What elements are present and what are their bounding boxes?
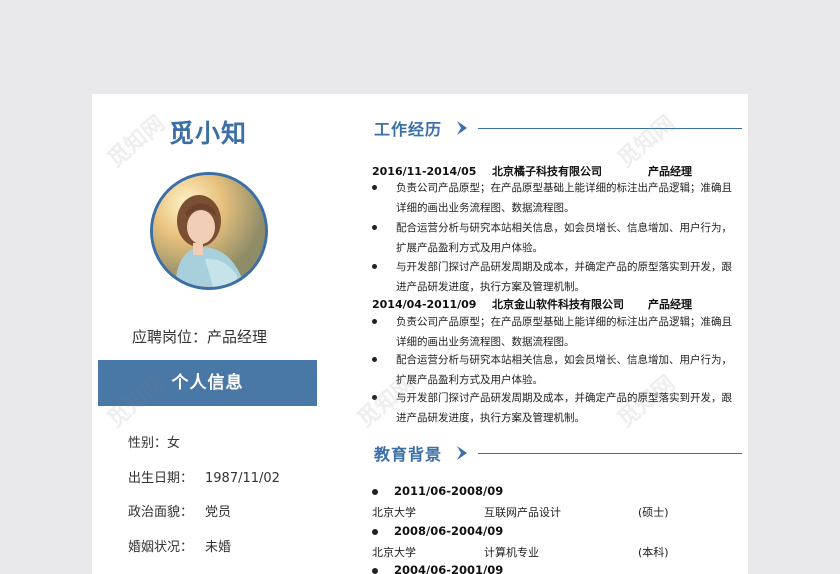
job-bullet: 配合运营分析与研究本站相关信息，如会员增长、信息增加、用户行为，扩展产品盈利方式… xyxy=(372,350,732,390)
job-bullet: 与开发部门探讨产品研发周期及成本，并确定产品的原型落实到开发，跟进产品研发进度，… xyxy=(372,257,732,297)
applied-position: 应聘岗位：产品经理 xyxy=(132,326,267,347)
job-date: 2014/04-2011/09 xyxy=(372,298,477,311)
info-value: 党员 xyxy=(205,505,232,520)
info-label: 婚姻状况： xyxy=(128,540,194,555)
job-date: 2016/11-2014/05 xyxy=(372,165,477,178)
job-header: 2014/04-2011/09 北京金山软件科技有限公司 产品经理 xyxy=(372,296,692,312)
job-role: 产品经理 xyxy=(648,165,692,178)
job-role: 产品经理 xyxy=(648,298,692,311)
info-label: 性别： xyxy=(128,436,168,451)
info-row-birthdate: 出生日期： 1987/11/02 xyxy=(128,467,280,486)
work-section-header: 工作经历 xyxy=(374,116,748,140)
education-date: 2008/06-2004/09 xyxy=(372,524,503,538)
chevron-right-icon xyxy=(457,121,467,135)
work-section-title: 工作经历 xyxy=(374,120,443,139)
left-column: 觅小知 应聘岗位：产品经理 个人信息 性别：女 出生日期： 1987/11/02… xyxy=(92,94,324,574)
education-date: 2004/06-2001/09 xyxy=(372,563,503,574)
education-degree: (本科) xyxy=(638,546,669,559)
education-date: 2011/06-2008/09 xyxy=(372,484,503,498)
position-value: 产品经理 xyxy=(207,328,268,346)
section-divider xyxy=(478,453,742,454)
info-row-gender: 性别：女 xyxy=(128,432,180,451)
chevron-right-icon xyxy=(457,446,467,460)
education-major: 互联网产品设计 xyxy=(484,506,561,519)
job-bullet: 与开发部门探讨产品研发周期及成本，并确定产品的原型落实到开发，跟进产品研发进度，… xyxy=(372,388,732,428)
education-degree: (硕士) xyxy=(638,506,669,519)
job-company: 北京金山软件科技有限公司 xyxy=(492,298,624,311)
personal-info-heading: 个人信息 xyxy=(98,360,317,406)
job-bullet: 负责公司产品原型；在产品原型基础上能详细的标注出产品逻辑；准确且详细的画出业务流… xyxy=(372,178,732,218)
info-value: 女 xyxy=(167,436,181,451)
info-value: 未婚 xyxy=(205,540,232,555)
education-section-title: 教育背景 xyxy=(374,445,443,464)
right-column: 工作经历 2016/11-2014/05 北京橘子科技有限公司 产品经理 负责公司产… xyxy=(362,94,748,574)
info-value: 1987/11/02 xyxy=(205,471,280,486)
info-row-marital: 婚姻状况： 未婚 xyxy=(128,536,231,555)
job-header: 2016/11-2014/05 北京橘子科技有限公司 产品经理 xyxy=(372,163,692,179)
education-school: 北京大学 xyxy=(372,506,416,519)
education-school: 北京大学 xyxy=(372,546,416,559)
info-label: 出生日期： xyxy=(128,471,194,486)
job-bullet: 配合运营分析与研究本站相关信息，如会员增长、信息增加、用户行为，扩展产品盈利方式… xyxy=(372,218,732,258)
position-label: 应聘岗位： xyxy=(132,328,208,346)
resume-name: 觅小知 xyxy=(168,119,247,148)
education-section-header: 教育背景 xyxy=(374,441,748,465)
resume-page: 觅小知 应聘岗位：产品经理 个人信息 性别：女 出生日期： 1987/11/02… xyxy=(92,94,748,574)
section-divider xyxy=(478,128,742,129)
profile-photo xyxy=(150,172,268,290)
info-label: 政治面貌： xyxy=(128,505,194,520)
job-bullet: 负责公司产品原型；在产品原型基础上能详细的标注出产品逻辑；准确且详细的画出业务流… xyxy=(372,312,732,352)
education-major: 计算机专业 xyxy=(484,546,539,559)
info-row-political: 政治面貌： 党员 xyxy=(128,501,231,520)
job-company: 北京橘子科技有限公司 xyxy=(492,165,602,178)
